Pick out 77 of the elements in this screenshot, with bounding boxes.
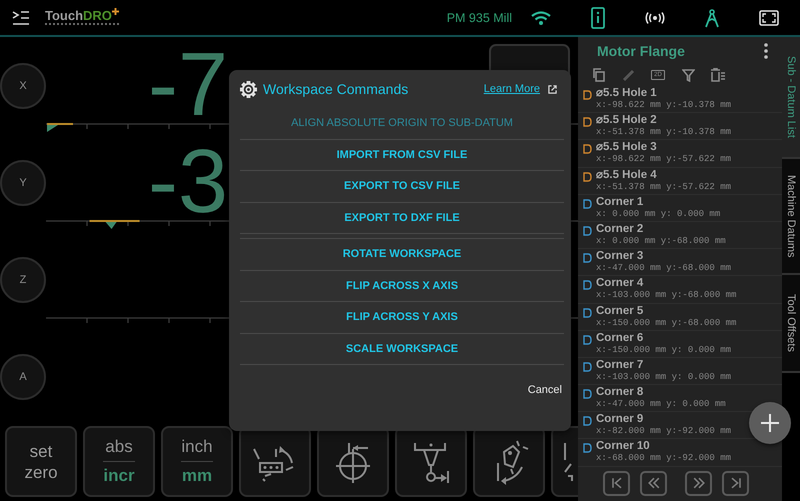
- datum-coordinates: x:-68.000 mm y:-92.000 mm: [596, 453, 732, 464]
- menu-icon[interactable]: [12, 10, 30, 24]
- datum-coordinates: x:-98.622 mm y:-10.378 mm: [596, 100, 732, 111]
- compass-icon[interactable]: [704, 8, 720, 28]
- machine-name: PM 935 Mill: [446, 10, 512, 24]
- side-tab[interactable]: Machine Datums: [782, 157, 800, 273]
- toggle-option[interactable]: incr: [103, 467, 135, 485]
- datum-name[interactable]: Corner 6: [596, 330, 732, 345]
- axis-button[interactable]: Y: [0, 160, 46, 206]
- datum-coordinates: x:-82.000 mm y:-92.000 mm: [596, 426, 732, 438]
- command-button[interactable]: SCALE WORKSPACE: [240, 334, 564, 365]
- unit-toggle[interactable]: abs incr: [83, 426, 155, 497]
- datum-coordinates: x:-150.000 mm y: 0.000 mm: [596, 344, 732, 356]
- datum-coordinates: x:-47.000 mm y:-68.000 mm: [596, 263, 732, 274]
- axis-readout: -7: [148, 47, 228, 123]
- learn-more-link[interactable]: Learn More: [484, 83, 540, 95]
- toggle-option[interactable]: abs: [105, 438, 133, 456]
- datum-coordinates: x:-98.622 mm y:-57.622 mm: [596, 154, 732, 166]
- datum-coordinates: x:-103.000 mm y:-68.000 mm: [596, 290, 736, 302]
- fullscreen-icon[interactable]: [758, 10, 778, 26]
- command-button[interactable]: FLIP ACROSS Y AXIS: [240, 302, 564, 334]
- command-button[interactable]: FLIP ACROSS X AXIS: [240, 270, 564, 302]
- toggle-option[interactable]: inch: [181, 438, 213, 456]
- settings-icon: [240, 80, 257, 98]
- page-button[interactable]: [685, 470, 712, 496]
- axis-button[interactable]: X: [0, 62, 46, 108]
- side-tab[interactable]: Sub - Datum List: [782, 37, 800, 157]
- datum-coordinates: x:-51.378 mm y:-57.622 mm: [596, 182, 732, 193]
- wifi-icon[interactable]: [530, 10, 552, 26]
- datum-name[interactable]: Corner 8: [596, 385, 726, 400]
- datum-coordinates: x:-51.378 mm y:-10.378 mm: [596, 127, 732, 138]
- copy-icon[interactable]: [592, 68, 604, 82]
- page-button[interactable]: [603, 470, 630, 496]
- set-zero-button[interactable]: set zero: [5, 426, 77, 497]
- datum-name[interactable]: ⌀5.5 Hole 3: [596, 140, 732, 154]
- datum-coordinates: x:-150.000 mm y:-68.000 mm: [596, 318, 736, 328]
- plus-icon: [760, 413, 780, 433]
- filter-icon[interactable]: [682, 68, 694, 82]
- datum-coordinates: x:-103.000 mm y: 0.000 mm: [596, 372, 732, 383]
- app-logo: TouchDRO: [45, 10, 119, 25]
- axis-readout: -3: [148, 144, 228, 220]
- side-tab[interactable]: Tool Offsets: [782, 273, 800, 373]
- datum-coordinates: x: 0.000 mm y:-68.000 mm: [596, 236, 726, 247]
- datum-name[interactable]: ⌀5.5 Hole 2: [596, 113, 732, 128]
- command-button[interactable]: ROTATE WORKSPACE: [240, 239, 564, 270]
- cancel-button[interactable]: Cancel: [526, 384, 564, 396]
- broadcast-icon[interactable]: [644, 12, 664, 24]
- axis-button[interactable]: Z: [0, 256, 46, 302]
- command-button[interactable]: EXPORT TO DXF FILE: [240, 202, 564, 234]
- datum-name[interactable]: Corner 7: [596, 358, 732, 372]
- datum-coordinates: x: 0.000 mm y: 0.000 mm: [596, 208, 720, 220]
- dialog-title: Workspace Commands: [263, 81, 408, 97]
- page-button[interactable]: [640, 470, 667, 496]
- datum-coordinates: x:-47.000 mm y: 0.000 mm: [596, 399, 726, 410]
- command-button[interactable]: EXPORT TO CSV FILE: [240, 171, 564, 202]
- datum-name[interactable]: Corner 5: [596, 304, 736, 318]
- previous-icon: [646, 475, 662, 492]
- toggle-option[interactable]: mm: [182, 467, 212, 485]
- datum-name[interactable]: Corner 9: [596, 412, 732, 426]
- delete-list-icon[interactable]: [710, 68, 726, 82]
- datum-name[interactable]: Corner 1: [596, 194, 720, 209]
- axis-button[interactable]: A: [0, 354, 46, 400]
- line-icon: [563, 442, 573, 482]
- page-button[interactable]: [722, 470, 749, 496]
- datum-name[interactable]: Corner 10: [596, 439, 732, 454]
- command-button[interactable]: IMPORT FROM CSV FILE: [240, 140, 564, 171]
- more-icon[interactable]: [764, 42, 768, 58]
- datum-name[interactable]: Corner 4: [596, 276, 736, 290]
- info-icon[interactable]: [590, 6, 604, 28]
- datum-name[interactable]: ⌀5.5 Hole 1: [596, 86, 732, 100]
- next-icon: [690, 475, 706, 492]
- external-link-icon[interactable]: [548, 84, 557, 94]
- panel-title: Motor Flange: [597, 42, 686, 58]
- unit-toggle[interactable]: inch mm: [161, 426, 233, 497]
- datum-name[interactable]: ⌀5.5 Hole 4: [596, 168, 732, 182]
- datum-name[interactable]: Corner 3: [596, 249, 732, 264]
- datum-name[interactable]: Corner 2: [596, 222, 726, 236]
